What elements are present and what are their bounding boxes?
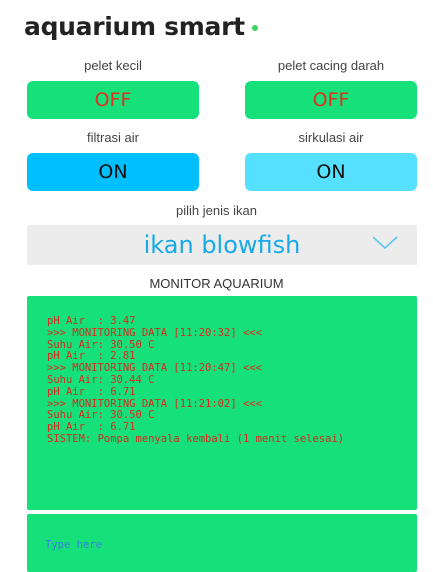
sirkulasi-air-toggle-button[interactable]: ON	[245, 153, 417, 191]
monitor-title: MONITOR AQUARIUM	[149, 276, 284, 291]
monitor-log-text: pH Air : 3.47 >>> MONITORING DATA [11:20:…	[27, 296, 417, 446]
pelet-cacing-darah-toggle-button[interactable]: OFF	[245, 81, 417, 119]
monitor-log-panel[interactable]: pH Air : 3.47 >>> MONITORING DATA [11:20:…	[27, 296, 417, 510]
connection-status-dot-icon	[251, 24, 258, 31]
chevron-down-icon	[372, 236, 398, 250]
log-line: Suhu Air: 30.44 C	[47, 373, 155, 386]
pelet-kecil-toggle-button[interactable]: OFF	[27, 81, 199, 119]
fish-selector-label: pilih jenis ikan	[176, 203, 257, 218]
control-label: pelet kecil	[84, 58, 142, 73]
command-input[interactable]	[43, 534, 397, 556]
filtrasi-air-toggle-button[interactable]: ON	[27, 153, 199, 191]
app-title: aquarium smart	[24, 12, 245, 41]
control-label: filtrasi air	[86, 130, 139, 145]
control-pelet-kecil: pelet kecil OFF	[27, 57, 199, 119]
fish-type-dropdown[interactable]: ikan blowfish	[27, 225, 417, 265]
control-label: sirkulasi air	[298, 130, 364, 145]
command-input-panel[interactable]	[27, 514, 417, 572]
control-label: pelet cacing darah	[277, 58, 385, 73]
control-pelet-cacing-darah: pelet cacing darah OFF	[245, 57, 417, 119]
fish-selected-value: ikan blowfish	[143, 231, 301, 259]
control-filtrasi-air: filtrasi air ON	[27, 129, 199, 191]
control-sirkulasi-air: sirkulasi air ON	[245, 129, 417, 191]
app-header: aquarium smart	[24, 12, 258, 41]
log-line: >>> MONITORING DATA [11:20:32] <<<	[47, 326, 262, 339]
log-line: SISTEM: Pompa menyala kembali (1 menit s…	[47, 432, 345, 445]
log-line: pH Air : 6.71	[47, 385, 136, 398]
